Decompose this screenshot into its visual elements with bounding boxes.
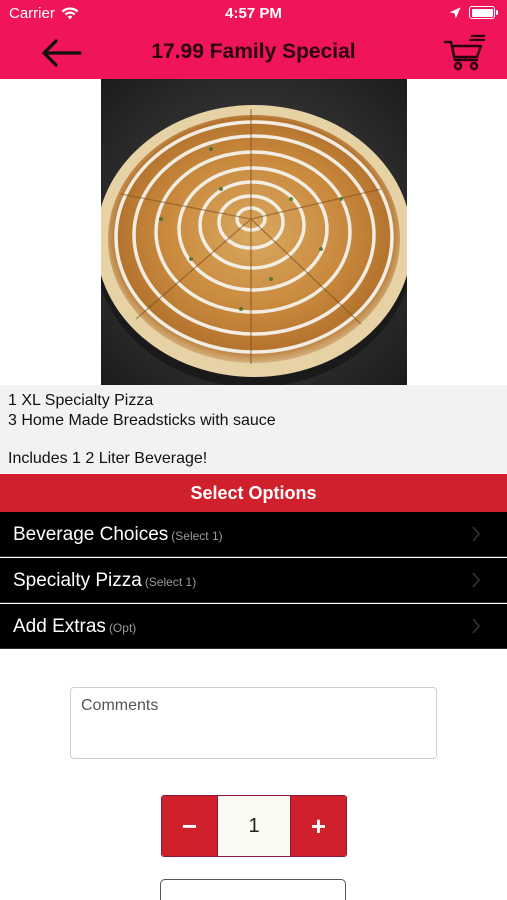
chevron-right-icon: [472, 572, 481, 588]
description-line: 1 XL Specialty Pizza: [8, 392, 154, 409]
description-line: [8, 430, 499, 449]
option-row-beverage-choices[interactable]: Beverage Choices (Select 1): [0, 512, 507, 557]
quantity-stepper: − 1 +: [161, 795, 347, 857]
page-title: 17.99 Family Special: [151, 40, 356, 63]
option-label: Add Extras (Opt): [13, 616, 136, 638]
chevron-right-icon: [472, 526, 481, 542]
product-description: 1 XL Specialty Pizza 3 Home Made Breadst…: [0, 385, 507, 473]
decrement-button[interactable]: −: [162, 796, 217, 856]
status-bar: Carrier 4:57 PM: [0, 0, 507, 28]
pizza-illustration: [101, 79, 407, 385]
pizza-photo: [101, 79, 407, 385]
option-hint: (Select 1): [171, 529, 223, 543]
chevron-right-icon: [472, 618, 481, 634]
option-hint: (Opt): [108, 621, 137, 635]
option-title: Specialty Pizza: [13, 570, 142, 591]
cart-icon[interactable]: [443, 34, 487, 72]
description-line: 3 Home Made Breadsticks with sauce: [8, 411, 276, 429]
add-to-cart-button[interactable]: [160, 879, 346, 900]
option-title: Beverage Choices: [13, 524, 169, 545]
option-title: Add Extras: [13, 616, 106, 637]
increment-button[interactable]: +: [291, 796, 346, 856]
option-label: Specialty Pizza (Select 1): [13, 570, 196, 592]
comments-field[interactable]: [70, 687, 437, 759]
top-bar: Carrier 4:57 PM 17.99 Family Special: [0, 0, 507, 79]
status-right: [449, 6, 498, 19]
select-options-header: Select Options: [0, 474, 507, 512]
description-line: Includes 1 2 Liter Beverage!: [8, 450, 208, 467]
nav-bar: 17.99 Family Special: [0, 28, 507, 79]
battery-icon: [469, 6, 498, 19]
option-label: Beverage Choices (Select 1): [13, 524, 223, 546]
status-time: 4:57 PM: [225, 5, 282, 22]
option-hint: (Select 1): [144, 575, 197, 589]
quantity-value: 1: [217, 796, 291, 856]
option-row-specialty-pizza[interactable]: Specialty Pizza (Select 1): [0, 558, 507, 603]
location-arrow-icon: [449, 7, 461, 18]
option-row-add-extras[interactable]: Add Extras (Opt): [0, 604, 507, 649]
